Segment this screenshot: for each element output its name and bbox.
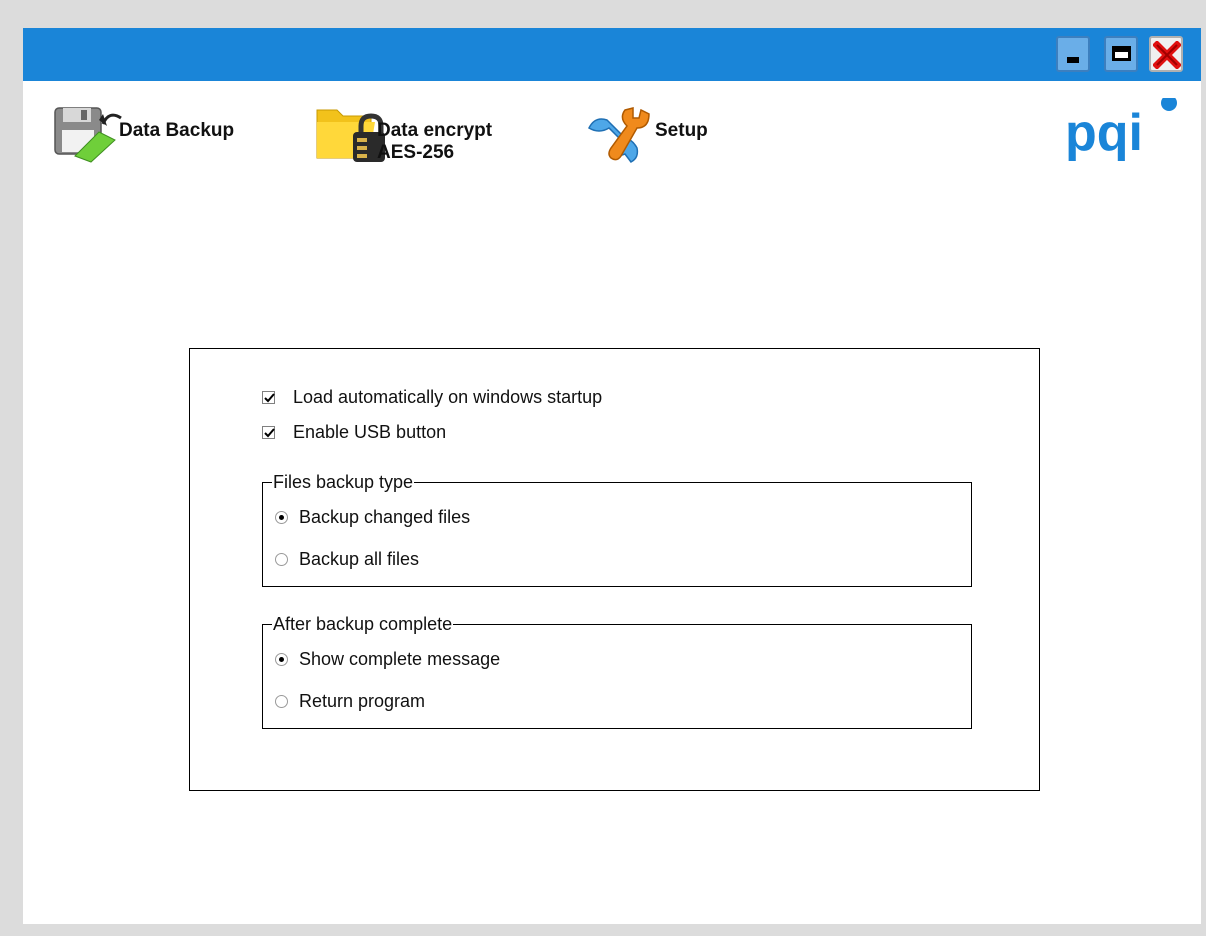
maximize-icon — [1112, 46, 1131, 61]
after-backup-legend: After backup complete — [272, 613, 454, 635]
title-bar[interactable] — [23, 28, 1201, 81]
close-button[interactable] — [1149, 36, 1183, 72]
load-on-startup-option[interactable]: Load automatically on windows startup — [262, 387, 602, 408]
return-program-radio[interactable] — [275, 695, 288, 708]
app-window: Data Backup Data encrypt AES-256 Setup p… — [23, 28, 1201, 924]
nav-data-backup[interactable]: Data Backup — [53, 104, 234, 164]
folder-lock-icon — [316, 109, 385, 162]
checkmark-icon — [264, 428, 275, 438]
load-on-startup-checkbox[interactable] — [262, 391, 275, 404]
backup-type-group: Files backup type Backup changed files B… — [262, 471, 972, 587]
maximize-button[interactable] — [1104, 36, 1138, 72]
nav-setup-label: Setup — [655, 120, 708, 141]
show-complete-message-radio[interactable] — [275, 653, 288, 666]
return-program-option[interactable]: Return program — [275, 691, 425, 712]
load-on-startup-label: Load automatically on windows startup — [293, 387, 603, 407]
close-icon — [1153, 41, 1181, 69]
show-complete-message-option[interactable]: Show complete message — [275, 649, 500, 670]
enable-usb-checkbox[interactable] — [262, 426, 275, 439]
settings-panel: Load automatically on windows startup En… — [189, 348, 1040, 791]
nav-data-backup-label: Data Backup — [119, 120, 235, 141]
backup-all-files-option[interactable]: Backup all files — [275, 549, 419, 570]
enable-usb-option[interactable]: Enable USB button — [262, 422, 446, 443]
nav-data-encrypt-label: Data encrypt AES-256 — [377, 120, 493, 163]
backup-changed-files-radio[interactable] — [275, 511, 288, 524]
backup-type-legend: Files backup type — [272, 471, 415, 493]
nav-data-encrypt[interactable]: Data encrypt AES-256 — [315, 104, 492, 166]
return-program-label: Return program — [299, 691, 426, 711]
minimize-button[interactable] — [1056, 36, 1090, 72]
backup-changed-files-label: Backup changed files — [299, 507, 471, 527]
after-backup-group: After backup complete Show complete mess… — [262, 613, 972, 729]
nav-setup[interactable]: Setup — [585, 104, 708, 166]
backup-all-files-label: Backup all files — [299, 549, 420, 569]
floppy-backup-icon — [54, 107, 122, 163]
backup-all-files-radio[interactable] — [275, 553, 288, 566]
enable-usb-label: Enable USB button — [293, 422, 447, 442]
checkmark-icon — [264, 393, 275, 403]
pqi-logo: pqi — [1065, 98, 1177, 162]
minimize-icon — [1067, 57, 1079, 63]
show-complete-message-label: Show complete message — [299, 649, 501, 669]
tools-icon — [588, 107, 650, 163]
logo-text: pqi — [1065, 104, 1143, 162]
backup-changed-files-option[interactable]: Backup changed files — [275, 507, 470, 528]
